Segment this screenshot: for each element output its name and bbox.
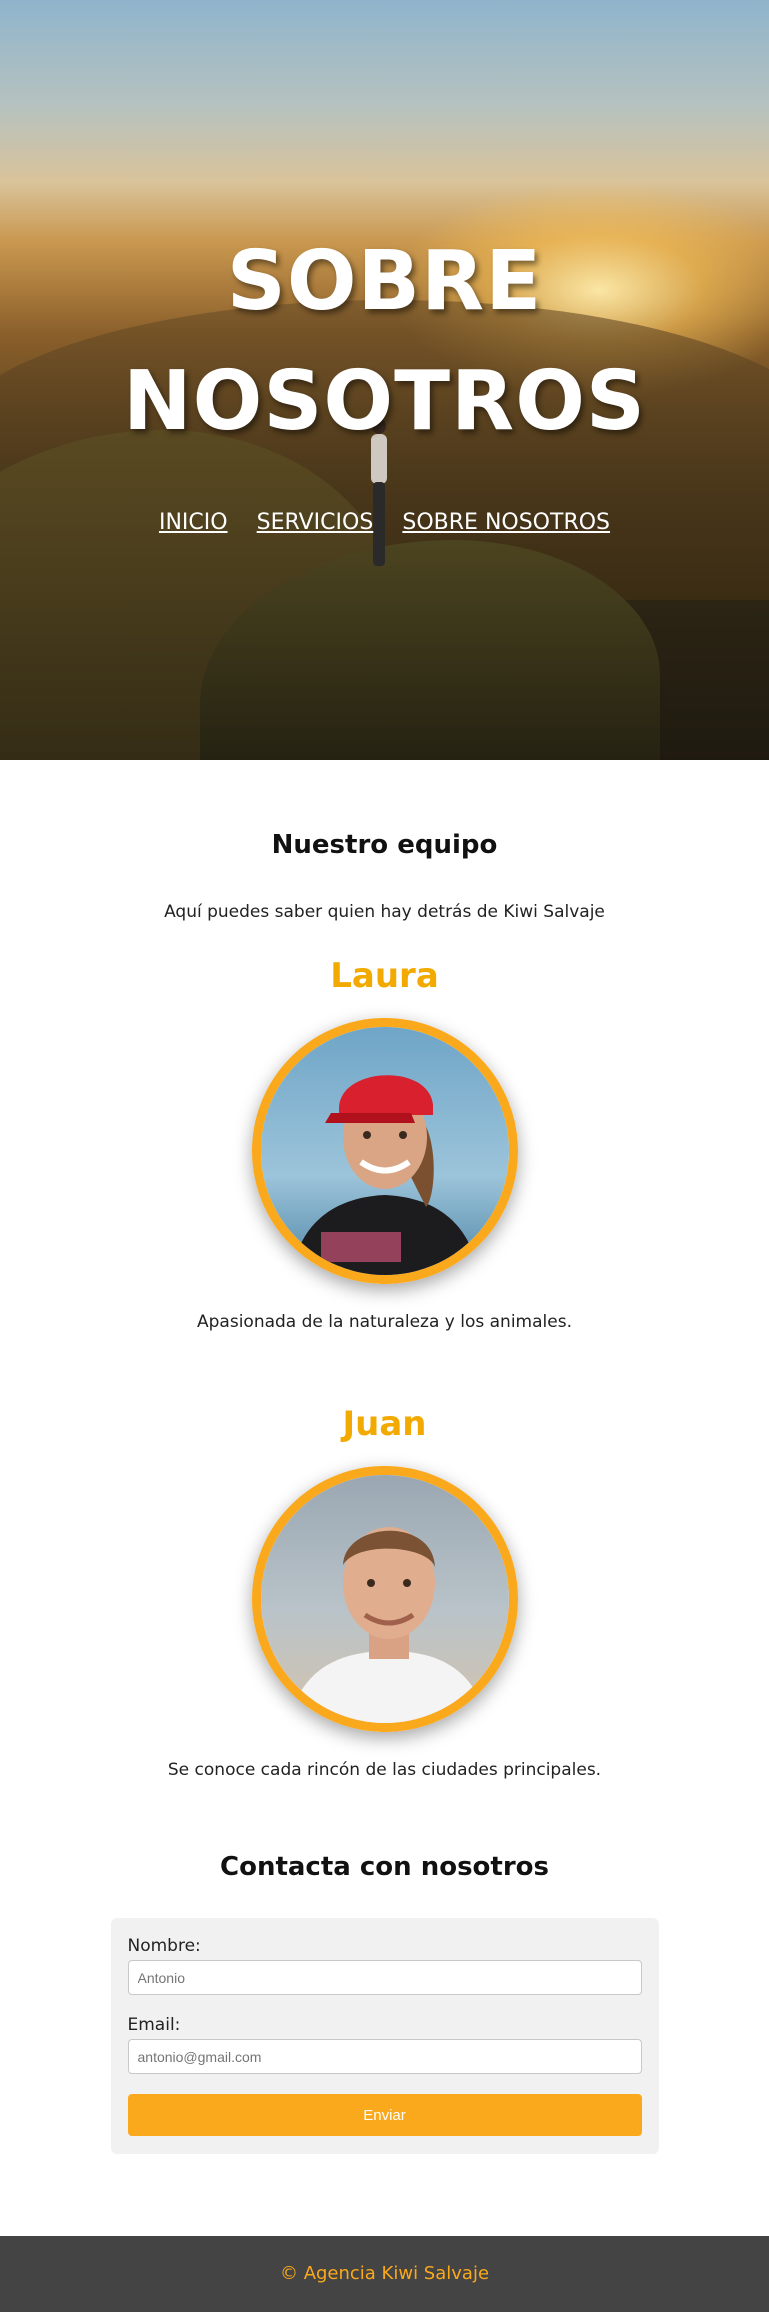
nav-link-inicio[interactable]: INICIO <box>159 510 228 535</box>
contact-section: Contacta con nosotros Nombre: Email: Env… <box>0 1852 769 2154</box>
team-member-laura: Laura Apasionada de la naturaleza y los … <box>0 956 769 1332</box>
submit-button[interactable]: Enviar <box>127 2094 642 2136</box>
contact-form: Nombre: Email: Enviar <box>110 1918 659 2154</box>
site-footer: © Agencia Kiwi Salvaje <box>0 2236 769 2312</box>
nav-link-sobre-nosotros[interactable]: SOBRE NOSOTROS <box>402 510 610 535</box>
page-title: SOBRE NOSOTROS <box>123 234 646 449</box>
email-input[interactable] <box>127 2039 642 2074</box>
name-input[interactable] <box>127 1960 642 1995</box>
main-nav: INICIO SERVICIOS SOBRE NOSOTROS <box>0 510 769 535</box>
avatar <box>251 1018 518 1284</box>
team-intro: Aquí puedes saber quien hay detrás de Ki… <box>164 902 605 922</box>
footer-copyright: © Agencia Kiwi Salvaje <box>279 2263 490 2284</box>
team-section: Nuestro equipo Aquí puedes saber quien h… <box>0 760 769 1780</box>
hero-banner: SOBRE NOSOTROS INICIO SERVICIOS SOBRE NO… <box>0 0 769 760</box>
member-name: Laura <box>330 956 439 996</box>
member-description: Se conoce cada rincón de las ciudades pr… <box>167 1760 602 1780</box>
team-heading: Nuestro equipo <box>271 830 498 860</box>
name-label: Nombre: <box>127 1936 201 1956</box>
member-description: Apasionada de la naturaleza y los animal… <box>197 1312 572 1332</box>
team-member-juan: Juan Se conoce cada rincón de las ciudad… <box>0 1404 769 1780</box>
nav-link-servicios[interactable]: SERVICIOS <box>257 510 374 535</box>
contact-heading: Contacta con nosotros <box>220 1852 549 1882</box>
member-name: Juan <box>342 1404 427 1444</box>
avatar <box>251 1466 518 1732</box>
email-label: Email: <box>127 2015 181 2035</box>
